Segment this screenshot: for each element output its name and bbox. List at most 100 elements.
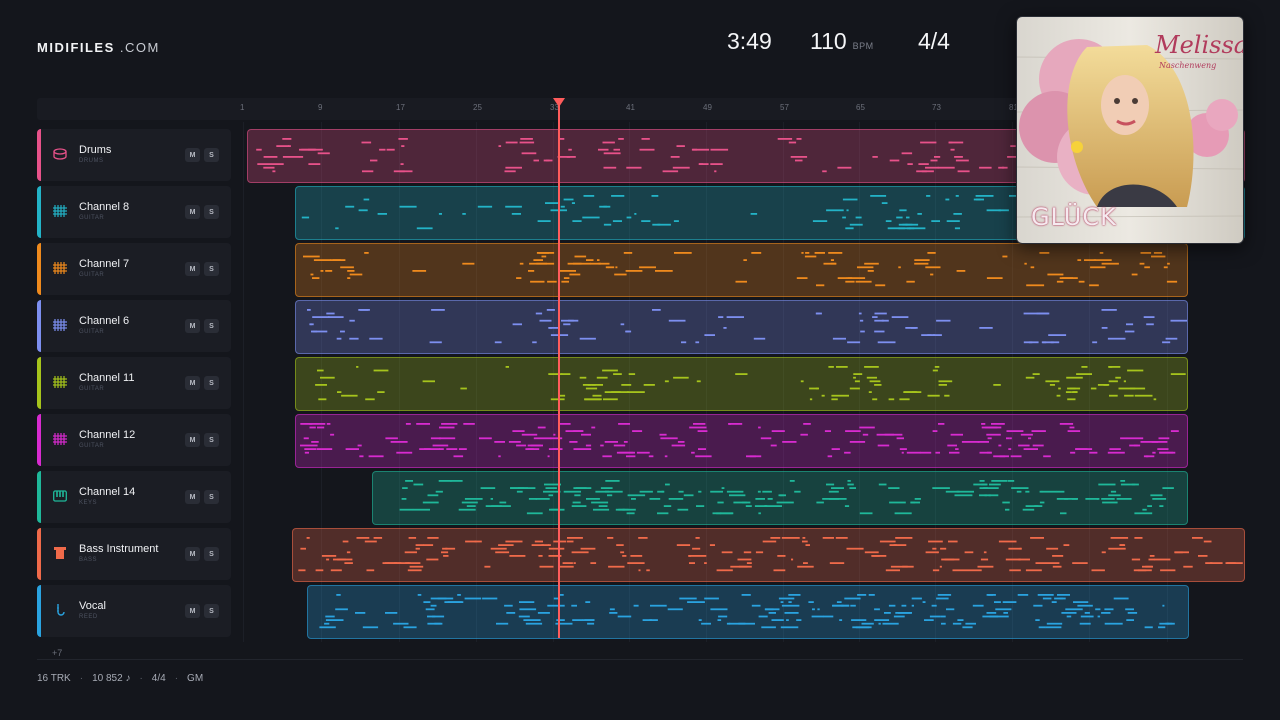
midi-clip[interactable] xyxy=(307,585,1189,639)
track-name: Channel 11 xyxy=(79,372,135,384)
ruler-bar-label: 17 xyxy=(396,103,405,112)
time-signature: 4/4 xyxy=(918,28,950,54)
track-color-bar xyxy=(37,129,41,181)
guitar-grid-icon xyxy=(53,318,67,332)
track-name: Channel 14 xyxy=(79,486,136,498)
solo-button[interactable]: S xyxy=(204,376,219,390)
mute-button[interactable]: M xyxy=(185,433,200,447)
footer-separator: · xyxy=(79,673,84,684)
track-instrument: DRUMS xyxy=(79,158,104,164)
solo-button[interactable]: S xyxy=(204,490,219,504)
ruler-bar-label: 49 xyxy=(703,103,712,112)
guitar-grid-icon xyxy=(53,261,67,275)
song-duration: 3:49 xyxy=(727,28,772,54)
footer-divider xyxy=(37,659,1243,660)
mute-button[interactable]: M xyxy=(185,547,200,561)
solo-button[interactable]: S xyxy=(204,433,219,447)
track-header-drums[interactable]: Drums DRUMS M S xyxy=(37,129,231,181)
track-name: Channel 12 xyxy=(79,429,136,441)
mute-button[interactable]: M xyxy=(185,205,200,219)
track-color-bar xyxy=(37,414,41,466)
track-color-bar xyxy=(37,186,41,238)
mute-button[interactable]: M xyxy=(185,148,200,162)
ruler-bar-label: 57 xyxy=(780,103,789,112)
solo-button[interactable]: S xyxy=(204,547,219,561)
album-title: GLÜCK xyxy=(1031,203,1117,231)
brand-logo: MIDIFILES .COM xyxy=(37,40,160,55)
bar-gridline xyxy=(243,122,244,642)
solo-button[interactable]: S xyxy=(204,604,219,618)
track-color-bar xyxy=(37,357,41,409)
note-count: 10 852 ♪ xyxy=(92,673,131,684)
track-instrument: KEYS xyxy=(79,500,98,506)
footer-summary: 16 TRK · 10 852 ♪ · 4/4 · GM xyxy=(37,673,203,684)
solo-button[interactable]: S xyxy=(204,262,219,276)
mute-button[interactable]: M xyxy=(185,604,200,618)
ruler-bar-label: 73 xyxy=(932,103,941,112)
mute-button[interactable]: M xyxy=(185,376,200,390)
midi-clip[interactable] xyxy=(295,243,1188,297)
midi-standard: GM xyxy=(187,673,204,684)
track-count: 16 TRK xyxy=(37,673,71,684)
track-color-bar xyxy=(37,243,41,295)
clip-notes xyxy=(315,366,1186,401)
clip-notes xyxy=(303,252,1178,287)
clip-notes xyxy=(307,309,1187,344)
track-instrument: GUITAR xyxy=(79,215,105,221)
album-artist: Melissa xyxy=(1155,31,1244,59)
track-header-channel-11[interactable]: Channel 11 GUITAR M S xyxy=(37,357,231,409)
brand-domain: .COM xyxy=(119,40,160,55)
clip-notes xyxy=(298,537,1243,572)
midi-clip[interactable] xyxy=(295,414,1188,468)
mute-button[interactable]: M xyxy=(185,262,200,276)
track-name: Vocal xyxy=(79,600,106,612)
track-instrument: GUITAR xyxy=(79,272,105,278)
track-color-bar xyxy=(37,528,41,580)
track-header-channel-8[interactable]: Channel 8 GUITAR M S xyxy=(37,186,231,238)
guitar-grid-icon xyxy=(53,432,67,446)
track-color-bar xyxy=(37,585,41,637)
mute-button[interactable]: M xyxy=(185,319,200,333)
track-header-vocal[interactable]: Vocal REED M S xyxy=(37,585,231,637)
album-cover: Melissa Naschenweng GLÜCK xyxy=(1016,16,1244,244)
album-artist-surname: Naschenweng xyxy=(1159,61,1217,70)
track-instrument: GUITAR xyxy=(79,443,105,449)
track-header-channel-7[interactable]: Channel 7 GUITAR M S xyxy=(37,243,231,295)
midi-clip[interactable] xyxy=(292,528,1245,582)
track-name: Drums xyxy=(79,144,112,156)
track-name: Channel 8 xyxy=(79,201,130,213)
track-header-channel-14[interactable]: Channel 14 KEYS M S xyxy=(37,471,231,523)
track-instrument: REED xyxy=(79,614,98,620)
tempo-value: 110 xyxy=(810,28,847,54)
solo-button[interactable]: S xyxy=(204,205,219,219)
playhead[interactable] xyxy=(558,104,560,638)
track-name: Bass Instrument xyxy=(79,543,159,555)
track-instrument: GUITAR xyxy=(79,329,105,335)
guitar-grid-icon xyxy=(53,204,67,218)
clip-notes xyxy=(319,594,1175,629)
tempo-display: 110 BPM xyxy=(810,28,874,55)
more-tracks-indicator[interactable]: +7 xyxy=(52,648,62,658)
midi-clip[interactable] xyxy=(372,471,1188,525)
track-header-channel-12[interactable]: Channel 12 GUITAR M S xyxy=(37,414,231,466)
track-color-bar xyxy=(37,300,41,352)
midi-clip[interactable] xyxy=(295,300,1188,354)
solo-button[interactable]: S xyxy=(204,148,219,162)
midi-clip[interactable] xyxy=(295,357,1188,411)
guitar-grid-icon xyxy=(53,375,67,389)
footer-separator: · xyxy=(174,673,179,684)
mute-button[interactable]: M xyxy=(185,490,200,504)
track-color-bar xyxy=(37,471,41,523)
track-header-channel-6[interactable]: Channel 6 GUITAR M S xyxy=(37,300,231,352)
tempo-unit: BPM xyxy=(852,41,874,51)
solo-button[interactable]: S xyxy=(204,319,219,333)
track-instrument: BASS xyxy=(79,557,98,563)
footer-separator: · xyxy=(139,673,143,684)
ruler-bar-label: 9 xyxy=(318,103,323,112)
bass-icon xyxy=(53,546,67,560)
track-name: Channel 6 xyxy=(79,315,130,327)
footer-time-signature: 4/4 xyxy=(151,673,166,684)
clip-notes xyxy=(300,423,1179,458)
keys-icon xyxy=(53,489,67,503)
track-header-bass-instrument[interactable]: Bass Instrument BASS M S xyxy=(37,528,231,580)
